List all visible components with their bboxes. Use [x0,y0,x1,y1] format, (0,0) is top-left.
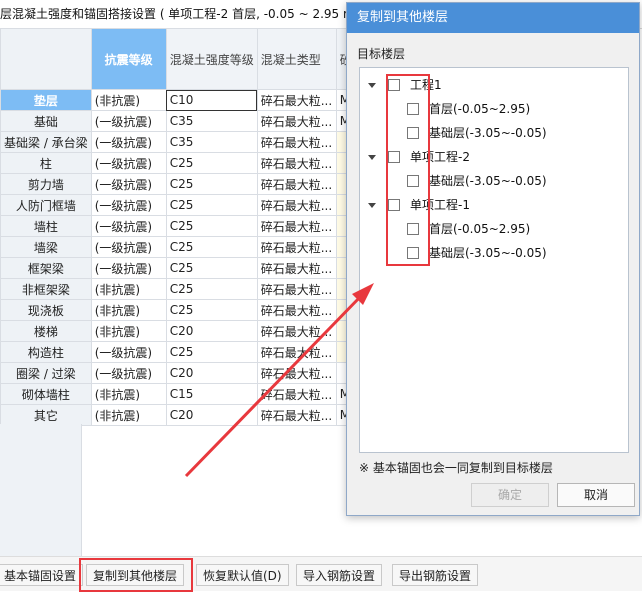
annotation-arrow [184,283,374,478]
